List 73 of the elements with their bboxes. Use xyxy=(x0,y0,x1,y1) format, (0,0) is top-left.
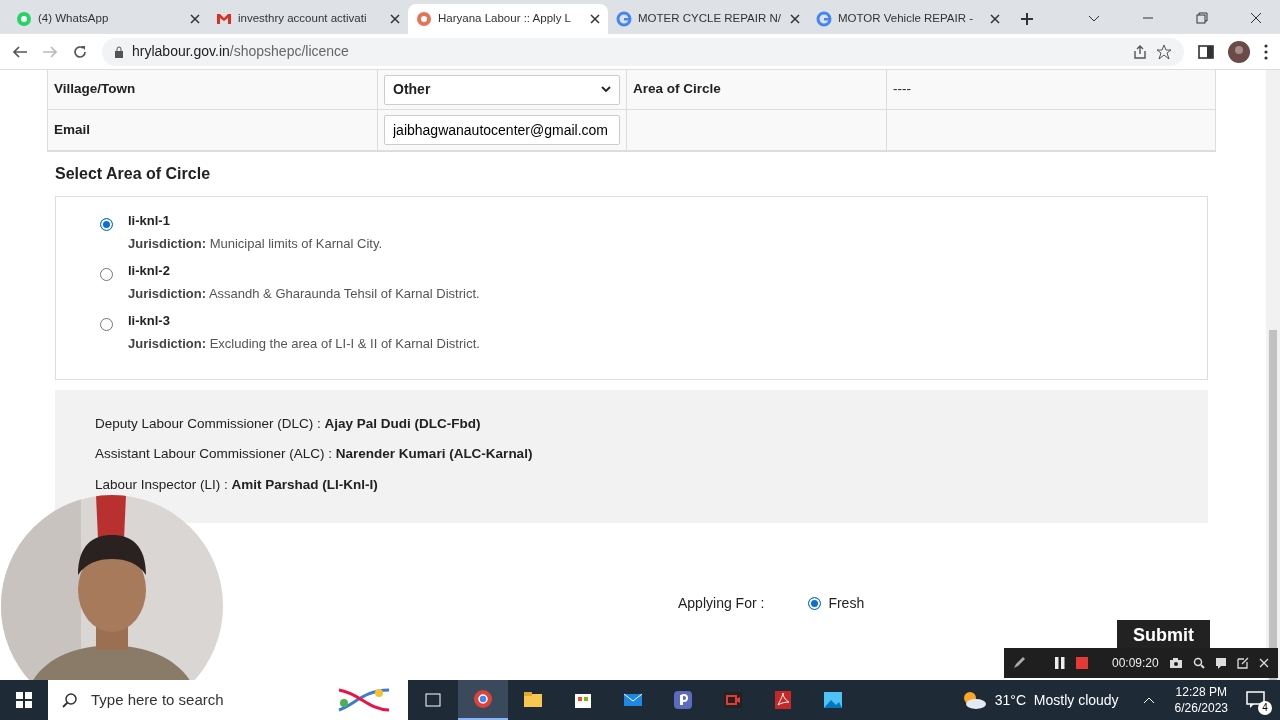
radio-button[interactable] xyxy=(100,268,113,281)
reload-icon[interactable] xyxy=(72,43,88,60)
search-engine-icon xyxy=(616,11,632,27)
jurisdiction-text: Jurisdiction: Assandh & Gharaunda Tehsil of Karnal District. xyxy=(128,284,480,303)
browser-tab[interactable]: MOTER CYCLE REPAIR N/ xyxy=(608,4,808,34)
browser-tab[interactable]: (4) WhatsApp xyxy=(8,4,208,34)
chat-icon xyxy=(16,11,32,27)
start-icon[interactable] xyxy=(16,692,32,708)
clock-time[interactable]: 12:28 PM xyxy=(1174,684,1228,700)
field-label: Area of Circle xyxy=(633,80,721,99)
officer-text: Assistant Labour Commissioner (ALC) : Narender Kumari (ALC-Karnal) xyxy=(95,445,534,464)
folder-icon[interactable] xyxy=(523,690,543,710)
restore-icon[interactable] xyxy=(1196,12,1208,24)
close-icon[interactable] xyxy=(190,14,200,24)
browser-tab[interactable]: Haryana Labour :: Apply L xyxy=(408,4,608,34)
caret-icon xyxy=(601,85,611,94)
chevron-up-icon[interactable] xyxy=(1142,696,1155,704)
export-icon[interactable] xyxy=(1236,657,1249,669)
close-icon[interactable] xyxy=(590,14,600,24)
field-label: Applying For : xyxy=(678,593,765,613)
recording-timer: 00:09:20 xyxy=(1112,655,1159,672)
camera-icon[interactable] xyxy=(1168,657,1183,669)
close-icon[interactable] xyxy=(790,14,800,24)
scrollbar-thumb[interactable] xyxy=(1269,330,1277,680)
weather-text: 31°C Mostly cloudy xyxy=(994,690,1119,710)
task-view-icon[interactable] xyxy=(423,690,443,710)
search-icon xyxy=(62,692,77,708)
notes-icon[interactable] xyxy=(1214,657,1227,669)
option-label: li-knl-2 xyxy=(128,262,171,280)
radio-option[interactable]: Fresh xyxy=(808,592,865,614)
notification-count: 4 xyxy=(1258,701,1272,715)
email-field[interactable]: jaibhagwanautocenter@gmail.com xyxy=(384,115,620,145)
star-icon[interactable] xyxy=(1156,43,1172,60)
lock-icon xyxy=(114,45,124,58)
menu-icon[interactable] xyxy=(1264,43,1268,60)
village-select[interactable]: Other xyxy=(384,74,620,105)
option-label: li-knl-3 xyxy=(128,312,171,330)
browser-icon[interactable] xyxy=(473,689,493,709)
pen-icon[interactable] xyxy=(1012,656,1026,670)
mail-icon xyxy=(216,11,232,27)
officer-text: Labour Inspector (LI) : Amit Parshad (LI-Knl-I) xyxy=(95,475,379,494)
section-title: Select Area of Circle xyxy=(55,164,212,184)
radio-button[interactable] xyxy=(100,318,113,331)
profile-avatar-icon[interactable] xyxy=(1228,40,1250,63)
radio-button[interactable] xyxy=(100,218,113,231)
jurisdiction-text: Jurisdiction: Excluding the area of LI-I & II of Karnal District. xyxy=(128,334,480,353)
new-tab-icon[interactable] xyxy=(1020,12,1034,26)
search-icon[interactable] xyxy=(1192,657,1205,669)
browser-tab[interactable]: investhry account activati xyxy=(208,4,408,34)
clock-date[interactable]: 6/26/2023 xyxy=(1174,700,1228,716)
field-label: Village/Town xyxy=(54,80,136,99)
notification-icon[interactable] xyxy=(1246,691,1266,709)
close-icon[interactable] xyxy=(990,14,1000,24)
emblem-icon xyxy=(416,11,432,27)
search-engine-icon xyxy=(816,11,832,27)
option-label: li-knl-1 xyxy=(128,212,171,230)
side-panel-icon[interactable] xyxy=(1198,43,1214,60)
p-app-icon[interactable] xyxy=(673,690,693,710)
url-text[interactable]: hrylabour.gov.in/shopshepc/licence xyxy=(132,41,349,62)
taskbar-search[interactable]: Type here to search xyxy=(48,680,408,720)
officer-text: Deputy Labour Commissioner (DLC) : Ajay Pal Dudi (DLC-Fbd) xyxy=(95,415,482,433)
jurisdiction-text: Jurisdiction: Municipal limits of Karnal City. xyxy=(128,234,383,253)
pause-icon[interactable] xyxy=(1054,657,1066,669)
field-label: Email xyxy=(54,120,91,139)
browser-tab[interactable]: MOTOR Vehicle REPAIR - xyxy=(808,4,1008,34)
back-icon[interactable] xyxy=(12,43,28,60)
close-icon[interactable] xyxy=(390,14,400,24)
close-icon[interactable] xyxy=(1250,12,1262,24)
photos-icon[interactable] xyxy=(823,690,843,710)
video-camera-icon[interactable] xyxy=(723,690,743,710)
field-value: ---- xyxy=(893,80,911,99)
share-icon[interactable] xyxy=(1132,43,1148,60)
pdf-icon[interactable] xyxy=(773,690,793,710)
